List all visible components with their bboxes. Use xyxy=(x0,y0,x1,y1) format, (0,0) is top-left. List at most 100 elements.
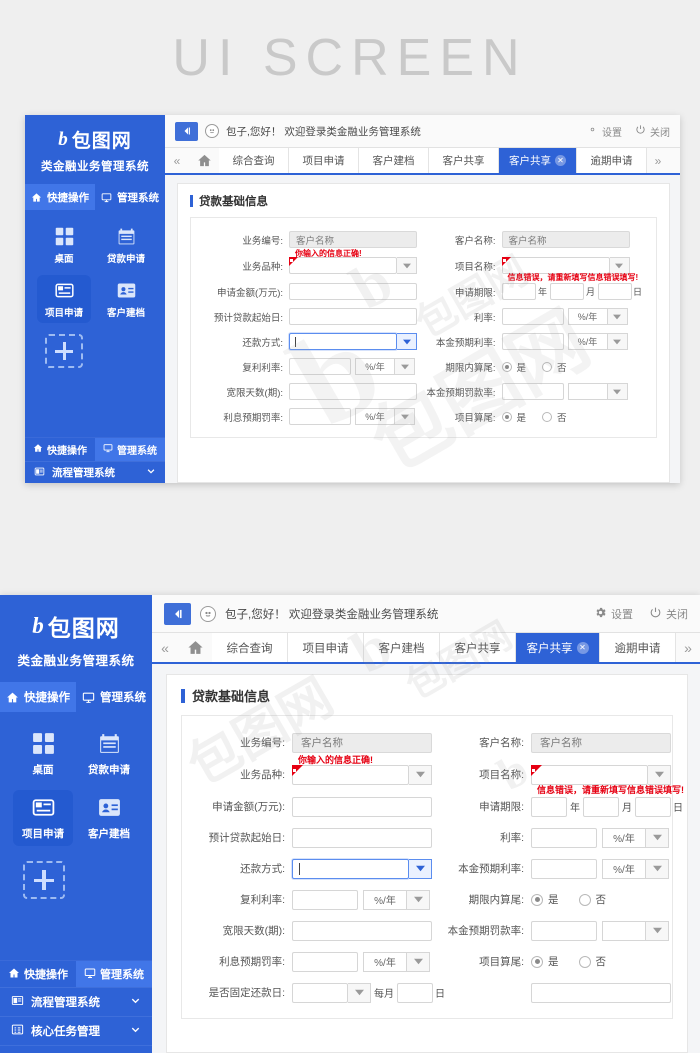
compound-rate-input[interactable] xyxy=(292,889,358,910)
radio-yes[interactable]: 是 xyxy=(531,954,559,969)
tab-customer-share-active[interactable]: 客户共享 ✕ xyxy=(516,633,600,662)
grace-days-input[interactable] xyxy=(292,920,432,941)
sidebar-bottom-switch-manage[interactable]: 管理系统 xyxy=(95,438,165,461)
business-no-input[interactable]: 客户名称 xyxy=(289,231,417,248)
principal-rate-input[interactable] xyxy=(531,858,597,879)
repay-method-input[interactable] xyxy=(289,333,397,350)
chevron-double-left-icon[interactable]: « xyxy=(165,148,189,173)
fixed-repay-day-select[interactable] xyxy=(292,982,371,1003)
grace-days-input[interactable] xyxy=(289,383,417,400)
chevron-down-icon[interactable] xyxy=(646,858,669,879)
sidebar-bottom-switch-quick[interactable]: 快捷操作 xyxy=(0,961,76,987)
radio-yes[interactable]: 是 xyxy=(501,410,526,424)
tab-customer-share[interactable]: 客户共享 xyxy=(429,148,499,173)
principal-penalty-input[interactable] xyxy=(531,920,597,941)
compound-rate-input[interactable] xyxy=(289,358,351,375)
add-tile-button[interactable] xyxy=(23,861,65,899)
tab-customer-file[interactable]: 客户建档 xyxy=(364,633,440,662)
customer-name-input[interactable]: 客户名称 xyxy=(501,231,630,248)
repay-method-input[interactable] xyxy=(292,858,409,879)
tab-customer-share[interactable]: 客户共享 xyxy=(440,633,516,662)
chevron-double-left-icon[interactable]: « xyxy=(152,633,178,662)
close-icon[interactable]: ✕ xyxy=(576,641,589,654)
project-name-input[interactable] xyxy=(531,764,648,785)
home-outline-icon[interactable] xyxy=(178,633,212,662)
collapse-left-icon[interactable] xyxy=(164,602,191,625)
business-no-input[interactable]: 客户名称 xyxy=(292,732,432,753)
business-type-input[interactable] xyxy=(292,764,409,785)
customer-name-input[interactable]: 客户名称 xyxy=(531,732,671,753)
chevron-down-icon[interactable] xyxy=(407,951,430,972)
sidebar-bottom-switch-quick[interactable]: 快捷操作 xyxy=(25,438,95,461)
loan-start-date-input[interactable] xyxy=(292,827,432,848)
radio-yes[interactable]: 是 xyxy=(531,892,559,907)
business-type-input[interactable] xyxy=(289,257,397,274)
interest-penalty-input[interactable] xyxy=(289,408,351,425)
chevron-down-icon[interactable] xyxy=(395,408,415,425)
tab-customer-share-active[interactable]: 客户共享 ✕ xyxy=(499,148,577,173)
rate-input[interactable] xyxy=(531,827,597,848)
apply-term-year-input[interactable] xyxy=(531,796,567,817)
apply-term-month-input[interactable] xyxy=(583,796,619,817)
quick-item-project-apply[interactable]: 项目申请 xyxy=(37,275,91,323)
chevron-down-icon[interactable] xyxy=(648,764,671,785)
home-outline-icon[interactable] xyxy=(189,148,219,173)
quick-item-loan-apply[interactable]: 贷款申请 xyxy=(79,726,139,782)
fixed-repay-day-input[interactable] xyxy=(292,982,348,1003)
repay-method-select[interactable] xyxy=(292,858,432,879)
repay-method-select[interactable] xyxy=(289,333,417,350)
chevron-down-icon[interactable] xyxy=(607,383,628,400)
quick-item-customer-file[interactable]: 客户建档 xyxy=(79,790,139,846)
chevron-down-icon[interactable] xyxy=(646,827,669,848)
tab-customer-file[interactable]: 客户建档 xyxy=(359,148,429,173)
radio-no[interactable]: 否 xyxy=(578,954,606,969)
settings-button[interactable]: 设置 xyxy=(594,606,633,622)
apply-amount-input[interactable] xyxy=(289,283,417,300)
rate-input[interactable] xyxy=(501,308,564,325)
interest-penalty-input[interactable] xyxy=(292,951,358,972)
close-button[interactable]: 关闭 xyxy=(649,606,688,622)
chevron-double-right-icon[interactable]: » xyxy=(647,148,669,173)
chevron-down-icon[interactable] xyxy=(348,982,371,1003)
apply-term-year-input[interactable] xyxy=(501,283,536,300)
tab-comprehensive-query[interactable]: 综合查询 xyxy=(212,633,288,662)
quick-item-loan-apply[interactable]: 贷款申请 xyxy=(99,221,153,269)
chevron-down-icon[interactable] xyxy=(607,333,628,350)
tab-comprehensive-query[interactable]: 综合查询 xyxy=(219,148,289,173)
extra-input[interactable] xyxy=(531,982,671,1003)
sidebar-switch-quick[interactable]: 快捷操作 xyxy=(0,682,76,712)
quick-item-customer-file[interactable]: 客户建档 xyxy=(99,275,153,323)
close-icon[interactable]: ✕ xyxy=(555,155,566,166)
sidebar-switch-quick-top[interactable]: 快捷操作 xyxy=(25,184,95,210)
chevron-down-icon[interactable] xyxy=(607,308,628,325)
principal-penalty-input[interactable] xyxy=(501,383,564,400)
loan-start-date-input[interactable] xyxy=(289,308,417,325)
chevron-down-icon[interactable] xyxy=(409,764,432,785)
tab-overdue-apply[interactable]: 逾期申请 xyxy=(600,633,676,662)
sidebar-menu-process[interactable]: 流程管理系统 xyxy=(0,987,152,1016)
tab-project-apply[interactable]: 项目申请 xyxy=(288,633,364,662)
radio-no[interactable]: 否 xyxy=(578,892,606,907)
project-name-select[interactable] xyxy=(531,764,671,785)
principal-rate-input[interactable] xyxy=(501,333,564,350)
sidebar-switch-manage[interactable]: 管理系统 xyxy=(76,682,152,712)
sidebar-switch-manage-top[interactable]: 管理系统 xyxy=(95,184,165,210)
radio-yes[interactable]: 是 xyxy=(501,360,526,374)
sidebar-bottom-switch-manage[interactable]: 管理系统 xyxy=(76,961,152,987)
add-tile-button[interactable] xyxy=(45,334,83,368)
quick-item-project-apply[interactable]: 项目申请 xyxy=(13,790,73,846)
business-type-select[interactable] xyxy=(292,764,432,785)
chevron-down-icon[interactable] xyxy=(395,358,415,375)
apply-term-month-input[interactable] xyxy=(549,283,584,300)
chevron-down-icon[interactable] xyxy=(646,920,669,941)
chevron-down-icon[interactable] xyxy=(407,889,430,910)
radio-no[interactable]: 否 xyxy=(542,410,567,424)
close-button[interactable]: 关闭 xyxy=(635,124,670,139)
collapse-left-icon[interactable] xyxy=(175,121,198,141)
settings-button[interactable]: 设置 xyxy=(587,124,622,139)
tab-project-apply[interactable]: 项目申请 xyxy=(289,148,359,173)
apply-amount-input[interactable] xyxy=(292,796,432,817)
quick-item-desktop[interactable]: 桌面 xyxy=(37,221,91,269)
repay-day-number-input[interactable] xyxy=(397,982,433,1003)
apply-term-day-input[interactable] xyxy=(635,796,671,817)
